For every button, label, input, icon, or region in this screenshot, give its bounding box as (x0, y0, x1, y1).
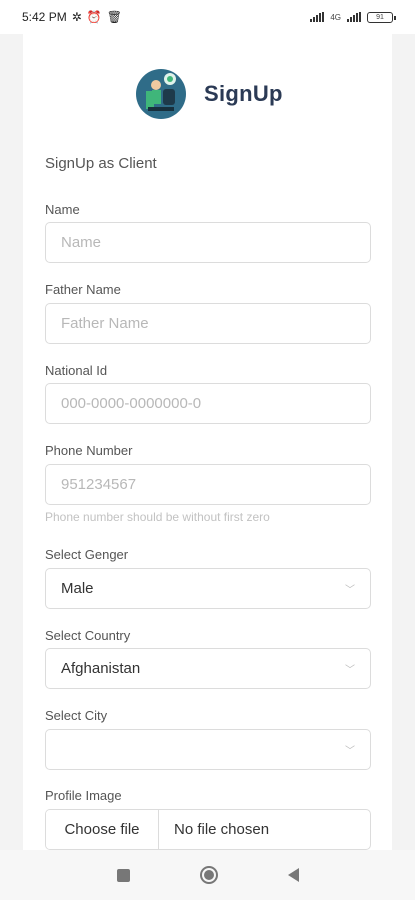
city-select[interactable]: ﹀ (45, 729, 371, 770)
phone-label: Phone Number (45, 443, 133, 458)
battery-icon: 91 (367, 11, 396, 23)
gender-select[interactable]: Male ﹀ (45, 568, 371, 609)
chevron-down-icon: ﹀ (345, 665, 355, 676)
signal-icon-secondary (347, 12, 361, 22)
settings-icon: ✲ (71, 10, 82, 24)
chevron-down-icon: ﹀ (345, 746, 355, 757)
status-right: 4G 91 (310, 11, 396, 23)
status-left: 5:42 PM ✲ ⏰ 🗑 (22, 10, 122, 24)
recent-apps-icon[interactable] (116, 868, 130, 882)
page-title: SignUp (204, 81, 283, 106)
status-bar: 5:42 PM ✲ ⏰ 🗑 4G 91 (0, 0, 415, 34)
app-logo (136, 69, 186, 119)
profile-image-label: Profile Image (45, 788, 122, 803)
father-name-input[interactable] (45, 303, 371, 344)
back-icon[interactable] (287, 868, 299, 882)
choose-file-button[interactable]: Choose file (46, 810, 159, 849)
signup-card: SignUp SignUp as Client Name Father Name… (23, 34, 392, 850)
chevron-down-icon: ﹀ (345, 585, 355, 596)
name-label: Name (45, 202, 80, 217)
home-icon[interactable] (199, 866, 218, 884)
gender-selected-value: Male (61, 580, 94, 597)
country-label: Select Country (45, 628, 131, 643)
national-id-label: National Id (45, 363, 108, 378)
gender-label: Select Genger (45, 547, 129, 562)
network-type-label: 4G (330, 12, 341, 22)
status-time: 5:42 PM (22, 10, 67, 24)
country-select[interactable]: Afghanistan ﹀ (45, 648, 371, 689)
signal-icon (310, 12, 325, 22)
delete-icon: 🗑 (106, 10, 122, 24)
brand: SignUp (136, 66, 283, 122)
national-id-input[interactable] (45, 383, 371, 424)
navigation-bar (0, 850, 415, 900)
phone-hint: Phone number should be without first zer… (45, 510, 270, 524)
city-label: Select City (45, 708, 108, 723)
alarm-icon: ⏰ (86, 10, 102, 24)
father-name-label: Father Name (45, 282, 121, 297)
battery-level: 91 (376, 13, 384, 21)
profile-image-input: Choose file No file chosen (45, 809, 371, 850)
name-input[interactable] (45, 222, 371, 263)
country-selected-value: Afghanistan (61, 660, 141, 677)
form-heading: SignUp as Client (45, 155, 157, 172)
file-status: No file chosen (174, 821, 270, 838)
phone-input[interactable] (45, 464, 371, 505)
